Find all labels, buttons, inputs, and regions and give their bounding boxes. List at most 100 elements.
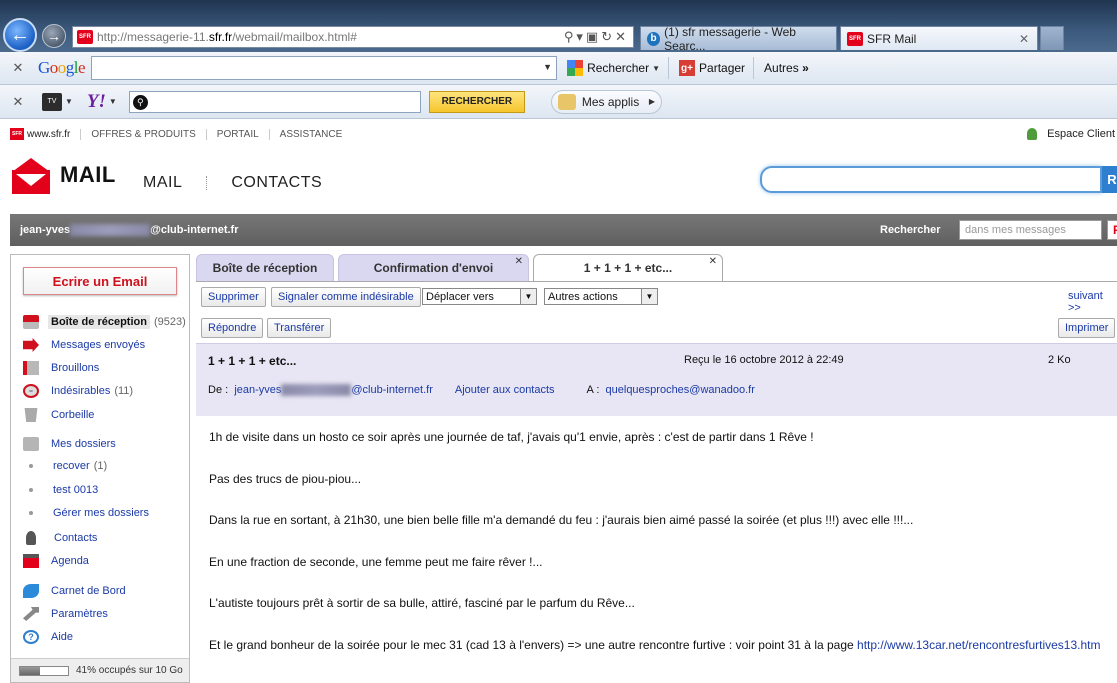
sidebar-item-carnet[interactable]: Carnet de Bord: [23, 582, 189, 600]
add-to-contacts-link[interactable]: Ajouter aux contacts: [455, 384, 555, 396]
body-paragraph: Et le grand bonheur de la soirée pour le…: [209, 637, 1101, 652]
print-button[interactable]: Imprimer: [1058, 318, 1116, 338]
to-address[interactable]: quelquesproches@wanadoo.fr: [606, 384, 755, 396]
yahoo-toolbar: ✕ TV ▼ Y! ▼ ⚲ RECHERCHER Mes applis ▶: [0, 85, 1117, 119]
tab-send-confirmation[interactable]: Confirmation d'envoi ✕: [338, 254, 529, 281]
sidebar-item-inbox[interactable]: Boîte de réception (9523): [23, 313, 189, 331]
google-plus-icon: g+: [679, 60, 696, 76]
sfr-favicon-icon: SFR: [77, 30, 93, 44]
storage-bar: [19, 665, 69, 676]
bullet-icon: [29, 511, 33, 515]
contacts-icon: [26, 531, 36, 545]
chevron-right-icon: ▶: [648, 97, 656, 106]
topnav-offres[interactable]: OFFRES & PRODUITS: [80, 128, 205, 140]
sidebar-item-contacts[interactable]: Contacts: [23, 529, 189, 547]
reply-button[interactable]: Répondre: [201, 318, 264, 338]
sfr-site-link[interactable]: www.sfr.fr: [27, 129, 70, 140]
divider: [206, 176, 208, 190]
header-search-input[interactable]: [760, 166, 1102, 193]
chevron-down-icon[interactable]: ▼: [109, 97, 117, 106]
bing-icon: b: [647, 31, 661, 46]
header-search-button[interactable]: R: [1102, 166, 1117, 193]
storage-text: 41% occupés sur 10 Go: [76, 665, 183, 676]
sidebar-item-my-folders[interactable]: Mes dossiers: [23, 435, 189, 453]
message-header: 1 + 1 + 1 + etc... Reçu le 16 octobre 20…: [196, 343, 1117, 416]
close-icon[interactable]: ✕: [709, 256, 717, 267]
message-search-button[interactable]: P: [1107, 220, 1117, 240]
sent-icon: [23, 338, 39, 352]
redacted-text: [281, 384, 352, 397]
back-button[interactable]: ←: [3, 18, 37, 52]
sidebar-item-help[interactable]: ? Aide: [23, 628, 189, 646]
report-spam-button[interactable]: Signaler comme indésirable: [271, 287, 421, 307]
tab-sfr-mail[interactable]: SFR SFR Mail ✕: [840, 26, 1038, 50]
more-button[interactable]: Autres »: [764, 61, 809, 75]
apps-button[interactable]: Mes applis ▶: [550, 89, 663, 114]
chevron-down-icon[interactable]: ▼: [65, 97, 73, 106]
sidebar-item-trash[interactable]: Corbeille: [23, 406, 189, 424]
close-toolbar-icon[interactable]: ✕: [8, 94, 28, 110]
user-email: jean-yves @club-internet.fr: [20, 223, 239, 237]
sidebar-item-recover[interactable]: recover (1): [23, 457, 189, 475]
from-address[interactable]: jean-yves @club-internet.fr: [234, 384, 433, 397]
body-paragraph: 1h de visite dans un hosto ce soir après…: [209, 430, 814, 444]
other-actions-select[interactable]: Autres actions ▼: [544, 288, 658, 305]
bullet-icon: [29, 488, 33, 492]
close-icon[interactable]: ✕: [515, 256, 523, 267]
sidebar-item-spam[interactable]: Indésirables (11): [23, 382, 189, 400]
inbox-icon: [23, 315, 39, 329]
tab-inbox[interactable]: Boîte de réception: [196, 254, 334, 281]
chevron-down-icon[interactable]: ▼: [543, 62, 552, 72]
nav-contacts[interactable]: CONTACTS: [231, 174, 346, 192]
move-to-select[interactable]: Déplacer vers ▼: [422, 288, 537, 305]
yahoo-search-input[interactable]: ⚲: [128, 90, 421, 113]
sidebar: Ecrire un Email Boîte de réception (9523)…: [10, 254, 190, 683]
brand-title: MAIL: [60, 162, 116, 187]
forward-button[interactable]: →: [42, 24, 66, 48]
chevron-down-icon: ▼: [520, 289, 536, 304]
espace-client-link[interactable]: Espace Client: [1027, 128, 1115, 140]
google-search-input[interactable]: ▼: [91, 56, 558, 80]
wrench-icon: [23, 607, 39, 621]
body-link[interactable]: http://www.13car.net/rencontresfurtives1…: [857, 638, 1100, 652]
chevron-down-icon: ▼: [641, 289, 657, 304]
envelope-logo-icon: [12, 156, 50, 194]
topnav-assistance[interactable]: ASSISTANCE: [268, 128, 353, 140]
divider: [196, 281, 1117, 282]
sidebar-item-settings[interactable]: Paramètres: [23, 605, 189, 623]
sidebar-item-sent[interactable]: Messages envoyés: [23, 336, 189, 354]
sidebar-item-test[interactable]: test 0013: [23, 481, 189, 499]
url-domain: sfr.fr: [208, 30, 233, 44]
tab-open-message[interactable]: 1 + 1 + 1 + etc... ✕: [533, 254, 723, 281]
tab-bing-search[interactable]: b (1) sfr messagerie - Web Searc...: [640, 25, 837, 53]
body-paragraph: En une fraction de seconde, une femme pe…: [209, 554, 543, 569]
mail-brand[interactable]: MAIL: [12, 150, 116, 200]
new-tab-button[interactable]: [1040, 26, 1064, 50]
sidebar-item-drafts[interactable]: Brouillons: [23, 359, 189, 377]
trash-icon: [24, 408, 38, 422]
help-icon: ?: [23, 630, 39, 644]
address-bar[interactable]: SFR http://messagerie-11. sfr.fr/webmail/…: [72, 26, 634, 48]
close-toolbar-icon[interactable]: ✕: [8, 60, 28, 76]
sidebar-item-manage-folders[interactable]: Gérer mes dossiers: [23, 504, 189, 522]
google-search-button[interactable]: Rechercher ▼: [567, 60, 660, 76]
yahoo-logo[interactable]: Y!: [87, 91, 106, 113]
tv-icon[interactable]: TV: [42, 92, 62, 111]
storage-meter: 41% occupés sur 10 Go: [11, 658, 189, 682]
sidebar-item-agenda[interactable]: Agenda: [23, 552, 189, 570]
address-bar-icons[interactable]: ⚲▾▣↻✕: [564, 29, 629, 45]
yahoo-search-button[interactable]: RECHERCHER: [428, 90, 525, 113]
redacted-text: [70, 224, 151, 237]
share-button[interactable]: g+ Partager: [679, 60, 745, 76]
nav-mail[interactable]: MAIL: [143, 174, 206, 192]
message-search-input[interactable]: dans mes messages: [959, 220, 1102, 240]
delete-button[interactable]: Supprimer: [201, 287, 266, 307]
next-link[interactable]: suivant >>: [1068, 290, 1117, 314]
forward-button-mail[interactable]: Transférer: [267, 318, 332, 338]
drafts-icon: [23, 361, 39, 375]
message-body: 1h de visite dans un hosto ce soir après…: [209, 430, 1117, 679]
compose-button[interactable]: Ecrire un Email: [23, 267, 177, 295]
topnav-portail[interactable]: PORTAIL: [205, 128, 269, 140]
chevron-down-icon[interactable]: ▼: [652, 64, 660, 73]
close-tab-icon[interactable]: ✕: [1019, 32, 1029, 46]
